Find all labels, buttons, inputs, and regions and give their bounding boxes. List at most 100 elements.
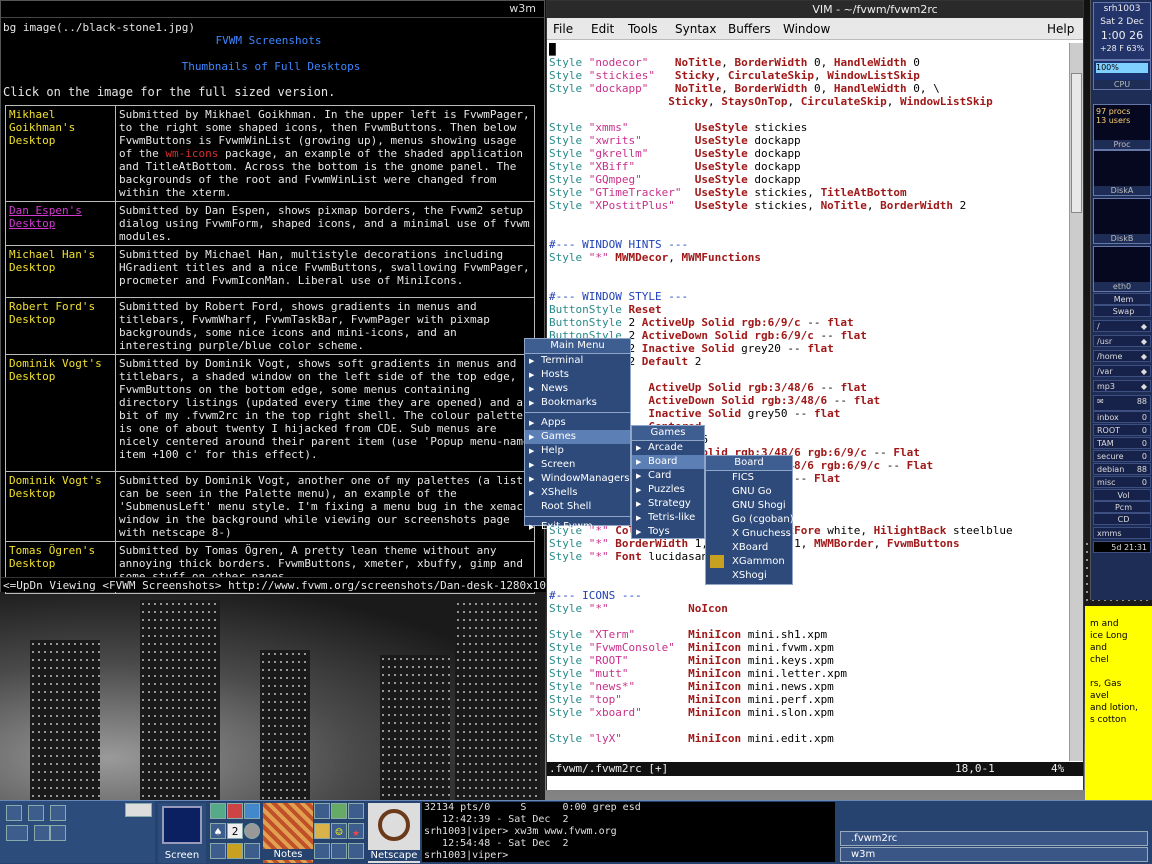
board-item-gnushogi[interactable]: GNU Shogi — [706, 499, 792, 513]
mail-count[interactable]: ✉ 88 — [1093, 395, 1151, 411]
board-item-xgammon[interactable]: XGammon — [706, 555, 792, 569]
wm-icons-link[interactable]: wm-icons — [165, 147, 218, 160]
menu-item-apps[interactable]: ▶ Apps — [525, 416, 630, 430]
pager-window-icon[interactable] — [125, 803, 152, 817]
menu-item-games[interactable]: ▶ Games — [525, 430, 630, 444]
menu-item-help[interactable]: ▶ Help — [525, 444, 630, 458]
pager-desk-icon[interactable] — [34, 825, 50, 841]
vim-scrollbar[interactable] — [1069, 43, 1083, 761]
star-icon[interactable]: ★ — [348, 823, 364, 839]
vim-titlebar[interactable]: VIM - ~/fvwm/fvwm2rc — [547, 1, 1083, 18]
menu-item-hosts[interactable]: ▶ Hosts — [525, 368, 630, 382]
xmms-label[interactable]: xmms — [1093, 527, 1151, 539]
app-icon[interactable] — [244, 843, 260, 859]
mount-var[interactable]: /var ◆ — [1093, 365, 1151, 377]
board-item-xshogi[interactable]: XShogi — [706, 569, 792, 583]
app-icon-grid-2[interactable]: ☺ ★ — [314, 803, 366, 863]
games-item-arcade[interactable]: ▶ Arcade — [632, 441, 704, 455]
menu-item-windowmanagers[interactable]: ▶ WindowManagers — [525, 472, 630, 486]
w3m-titlebar[interactable]: w3m — [1, 1, 544, 18]
board-item-fics[interactable]: FICS — [706, 471, 792, 485]
menu-item-xshells[interactable]: ▶ XShells — [525, 486, 630, 500]
app-icon[interactable] — [314, 803, 330, 819]
games-item-card[interactable]: ▶ Card — [632, 469, 704, 483]
app-icon[interactable] — [331, 803, 347, 819]
check-pcm[interactable]: Pcm — [1093, 501, 1151, 513]
board-item-xboard[interactable]: XBoard — [706, 541, 792, 555]
smiley-icon[interactable]: ☺ — [331, 823, 347, 839]
app-icon[interactable] — [210, 803, 226, 819]
app-icon[interactable] — [210, 843, 226, 859]
games-item-toys[interactable]: ▶ Toys — [632, 525, 704, 539]
mount-mp3[interactable]: mp3 ◆ — [1093, 380, 1151, 392]
desktop-link[interactable]: Dan Espen's Desktop — [5, 201, 116, 246]
mailbox-debian[interactable]: debian 88 — [1093, 463, 1151, 475]
menu-item-screen[interactable]: ▶ Screen — [525, 458, 630, 472]
vim-cmdline[interactable] — [547, 776, 1083, 790]
mailbox-misc[interactable]: misc 0 — [1093, 476, 1151, 488]
menu-item-exit-fvwm[interactable]: ▶ Exit Fvwm — [525, 520, 630, 534]
menu-buffers[interactable]: Buffers — [728, 18, 771, 40]
games-item-strategy[interactable]: ▶ Strategy — [632, 497, 704, 511]
vim-scroll-thumb[interactable] — [1071, 73, 1082, 213]
pager-desk-icon[interactable] — [6, 825, 28, 841]
notes-button[interactable]: Notes — [263, 803, 313, 863]
folder-icon[interactable] — [314, 823, 330, 839]
desktop-link[interactable]: Michael Han's Desktop — [5, 245, 116, 298]
mailbox-root[interactable]: ROOT 0 — [1093, 424, 1151, 436]
board-item-xgnuchess[interactable]: X Gnuchess — [706, 527, 792, 541]
games-item-puzzles[interactable]: ▶ Puzzles — [632, 483, 704, 497]
mount-usr[interactable]: /usr ◆ — [1093, 335, 1151, 347]
menu-item-terminal[interactable]: ▶ Terminal — [525, 354, 630, 368]
menu-item-news[interactable]: ▶ News — [525, 382, 630, 396]
board-menu[interactable]: Board FICS GNU Go GNU Shogi Go (cgoban) … — [705, 455, 794, 585]
board-item-cgoban[interactable]: Go (cgoban) — [706, 513, 794, 527]
mailbox-inbox[interactable]: inbox 0 — [1093, 411, 1151, 423]
app-icon[interactable] — [348, 843, 364, 859]
menu-file[interactable]: File — [553, 18, 573, 40]
netscape-button[interactable]: Netscape — [368, 803, 420, 863]
main-menu[interactable]: Main Menu ▶ Terminal ▶ Hosts ▶ News ▶ Bookma… — [524, 338, 631, 532]
w3m-window[interactable]: w3m bg image(../black-stone1.jpg) FVWM S… — [0, 0, 546, 594]
app-icon[interactable] — [331, 843, 347, 859]
menu-edit[interactable]: Edit — [591, 18, 614, 40]
app-icon[interactable] — [244, 803, 260, 819]
pager-desk-icon[interactable] — [6, 805, 22, 821]
xterm-console[interactable]: 32134 pts/0 S 0:00 grep esd 12:42:39 - S… — [422, 802, 835, 862]
menu-help[interactable]: Help — [1047, 18, 1074, 40]
number-icon[interactable]: 2 — [227, 823, 243, 839]
check-vol[interactable]: Vol — [1093, 489, 1151, 501]
sticky-note[interactable]: m and ice Long and chel rs, Gas avel and… — [1085, 606, 1152, 802]
games-item-board[interactable]: ▶ Board — [632, 455, 704, 469]
games-item-tetris-like[interactable]: ▶ Tetris-like — [632, 511, 704, 525]
cards-icon[interactable]: ♠ — [210, 823, 226, 839]
globe-icon[interactable] — [244, 823, 260, 839]
pager-desk-icon[interactable] — [28, 805, 44, 821]
app-icon-grid[interactable]: ♠ 2 — [210, 803, 262, 863]
check-cd[interactable]: CD — [1093, 513, 1151, 525]
menu-item-bookmarks[interactable]: ▶ Bookmarks — [525, 396, 630, 410]
desktop-link[interactable]: Mikhael Goikhman's Desktop — [5, 105, 116, 202]
mailbox-secure[interactable]: secure 0 — [1093, 450, 1151, 462]
desktop-link[interactable]: Robert Ford's Desktop — [5, 297, 116, 355]
menu-item-root-shell[interactable]: Root Shell — [525, 500, 630, 514]
board-item-gnugo[interactable]: GNU Go — [706, 485, 792, 499]
pager[interactable] — [0, 801, 155, 863]
app-icon[interactable] — [314, 843, 330, 859]
menu-tools[interactable]: Tools — [628, 18, 658, 40]
taskbar-window-w3m[interactable]: w3m — [840, 847, 1148, 862]
mailbox-tam[interactable]: TAM 0 — [1093, 437, 1151, 449]
games-menu[interactable]: Games ▶ Arcade ▶ Board ▶ Card ▶ Puzzles ▶ Str… — [631, 425, 705, 539]
app-icon[interactable] — [227, 803, 243, 819]
screen-button[interactable]: Screen — [158, 803, 206, 863]
mount-home[interactable]: /home ◆ — [1093, 350, 1151, 362]
menu-syntax[interactable]: Syntax — [675, 18, 716, 40]
app-icon[interactable] — [227, 843, 243, 859]
taskbar-window-fvwm2rc[interactable]: .fvwm2rc — [840, 831, 1148, 846]
menu-window[interactable]: Window — [783, 18, 830, 40]
app-icon[interactable] — [348, 803, 364, 819]
desktop-link[interactable]: Dominik Vogt's Desktop — [5, 471, 116, 542]
desktop-link[interactable]: Dominik Vogt's Desktop — [5, 354, 116, 472]
pager-desk-icon[interactable] — [50, 805, 66, 821]
pager-desk-icon[interactable] — [50, 825, 66, 841]
